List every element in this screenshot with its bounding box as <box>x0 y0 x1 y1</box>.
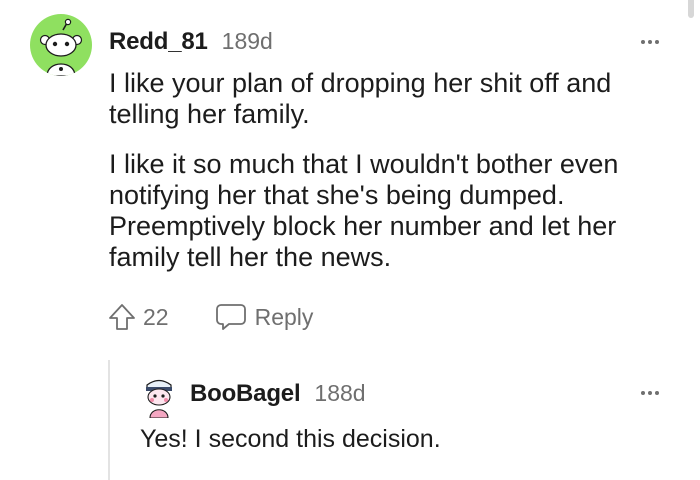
scrollbar[interactable] <box>688 0 694 18</box>
comment-body: I like your plan of dropping her shit of… <box>109 68 669 292</box>
comment-header: BooBagel 188d <box>190 380 366 408</box>
comment-thread: Redd_81 189d I like your plan of droppin… <box>0 0 700 480</box>
more-options-icon[interactable] <box>641 391 659 395</box>
comment-header: Redd_81 189d <box>109 28 273 56</box>
timestamp: 188d <box>314 380 366 406</box>
reply-icon <box>215 304 246 330</box>
thread-line[interactable] <box>108 360 110 480</box>
username[interactable]: BooBagel <box>190 380 301 408</box>
username[interactable]: Redd_81 <box>109 28 208 56</box>
snoo-avatar[interactable] <box>30 14 92 76</box>
upvote-button[interactable]: 22 <box>107 302 169 332</box>
custom-avatar[interactable] <box>142 374 176 419</box>
reply-label: Reply <box>254 303 314 330</box>
more-options-icon[interactable] <box>641 40 659 44</box>
timestamp: 189d <box>221 28 273 54</box>
comment-actions: 22 Reply <box>107 302 313 332</box>
vote-count: 22 <box>143 303 169 330</box>
upvote-icon <box>109 304 135 330</box>
reply-button[interactable]: Reply <box>215 302 314 332</box>
comment-paragraph: I like it so much that I wouldn't bother… <box>109 149 619 272</box>
comment-body: Yes! I second this decision. <box>140 425 441 453</box>
comment-paragraph: I like your plan of dropping her shit of… <box>109 68 612 129</box>
